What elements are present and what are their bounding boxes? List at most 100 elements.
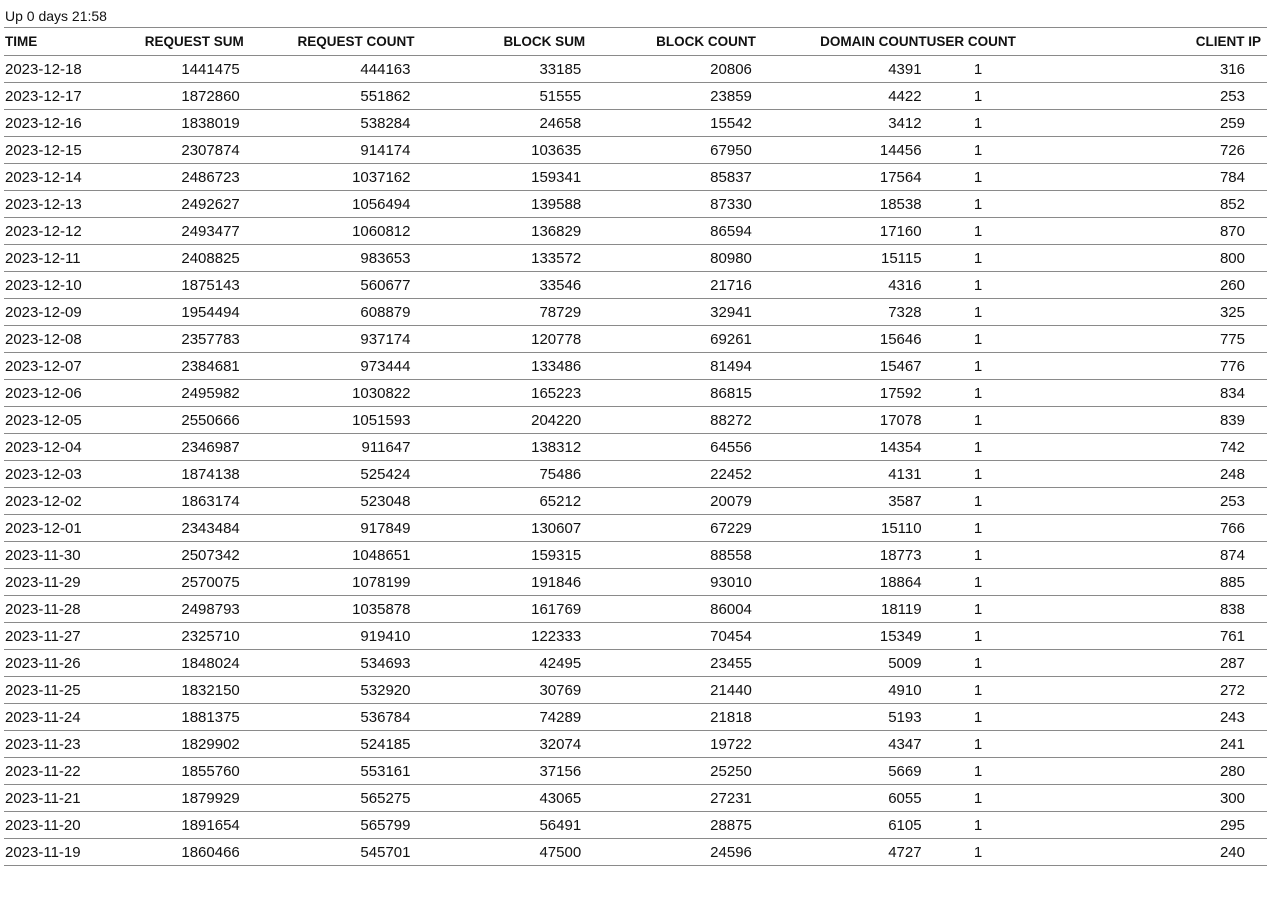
- request-count-cell: 983653: [243, 244, 415, 272]
- block-sum-cell: 161769: [414, 595, 586, 623]
- time-cell: 2023-12-01: [4, 514, 82, 542]
- table-row: 2023-11-29 2570075 1078199 191846 93010 18864…: [4, 568, 1267, 596]
- block-sum-cell: 24658: [414, 109, 586, 137]
- domain-count-cell: 17160: [755, 217, 927, 245]
- user-count-cell: 1: [926, 568, 1093, 596]
- request-count-cell: 1056494: [243, 190, 415, 218]
- request-count-cell: 545701: [243, 838, 415, 866]
- user-count-cell: 1: [926, 109, 1093, 137]
- uptime-label: Up 0 days 21:58: [5, 8, 107, 24]
- request-sum-cell: 1848024: [75, 649, 244, 677]
- block-count-cell: 19722: [585, 730, 756, 758]
- table-row: 2023-12-11 2408825 983653 133572 80980 15115 1…: [4, 244, 1267, 272]
- user-count-cell: 1: [926, 433, 1093, 461]
- request-count-cell: 911647: [243, 433, 415, 461]
- user-count-cell: 1: [926, 784, 1093, 812]
- table-row: 2023-12-10 1875143 560677 33546 21716 4316 1 26…: [4, 271, 1267, 299]
- user-count-cell: 1: [926, 514, 1093, 542]
- client-ip-cell: 726: [1092, 136, 1267, 164]
- block-sum-cell: 42495: [414, 649, 586, 677]
- user-count-cell: 1: [926, 325, 1093, 353]
- block-count-cell: 21440: [585, 676, 756, 704]
- client-ip-cell: 300: [1092, 784, 1267, 812]
- block-count-cell: 32941: [585, 298, 756, 326]
- table-row: 2023-12-16 1838019 538284 24658 15542 3412 1 25…: [4, 109, 1267, 137]
- client-ip-cell: 241: [1092, 730, 1267, 758]
- table-row: 2023-11-19 1860466 545701 47500 24596 4727 1 24…: [4, 838, 1267, 866]
- request-sum-cell: 1441475: [75, 55, 244, 83]
- block-count-cell: 70454: [585, 622, 756, 650]
- user-count-cell: 1: [926, 703, 1093, 731]
- request-count-cell: 534693: [243, 649, 415, 677]
- block-count-cell: 24596: [585, 838, 756, 866]
- request-count-cell: 551862: [243, 82, 415, 110]
- request-sum-cell: 2486723: [75, 163, 244, 191]
- client-ip-cell: 280: [1092, 757, 1267, 785]
- block-sum-cell: 130607: [414, 514, 586, 542]
- time-cell: 2023-12-18: [4, 55, 82, 83]
- user-count-cell: 1: [926, 82, 1093, 110]
- block-count-cell: 88272: [585, 406, 756, 434]
- request-sum-cell: 2325710: [75, 622, 244, 650]
- table-row: 2023-12-07 2384681 973444 133486 81494 15467 1…: [4, 352, 1267, 380]
- request-sum-cell: 2384681: [75, 352, 244, 380]
- request-sum-cell: 2492627: [75, 190, 244, 218]
- time-cell: 2023-11-27: [4, 622, 81, 650]
- domain-count-cell: 4910: [755, 676, 927, 704]
- user-count-cell: 1: [926, 541, 1093, 569]
- table-row: 2023-11-21 1879929 565275 43065 27231 6055 1 30…: [4, 784, 1267, 812]
- user-count-cell: 1: [926, 190, 1093, 218]
- block-count-cell: 28875: [585, 811, 756, 839]
- block-count-cell: 25250: [585, 757, 756, 785]
- client-ip-cell: 775: [1092, 325, 1267, 353]
- domain-count-cell: 15646: [755, 325, 927, 353]
- request-count-cell: 1037162: [243, 163, 415, 191]
- request-count-cell: 1048651: [243, 541, 415, 569]
- table-row: 2023-12-09 1954494 608879 78729 32941 7328 1 32…: [4, 298, 1267, 326]
- request-sum-cell: 2343484: [75, 514, 244, 542]
- time-cell: 2023-12-10: [4, 271, 82, 299]
- request-sum-cell: 2346987: [75, 433, 244, 461]
- request-count-cell: 524185: [243, 730, 415, 758]
- block-count-cell: 81494: [585, 352, 756, 380]
- request-count-cell: 553161: [243, 757, 415, 785]
- stats-table-header: TIME REQUEST SUM REQUEST COUNT BLOCK SUM…: [4, 27, 1267, 56]
- block-count-cell: 21716: [585, 271, 756, 299]
- time-cell: 2023-12-03: [4, 460, 82, 488]
- client-ip-cell: 253: [1092, 487, 1267, 515]
- time-cell: 2023-12-15: [4, 136, 82, 164]
- time-cell: 2023-12-09: [4, 298, 82, 326]
- block-sum-cell: 139588: [414, 190, 586, 218]
- time-cell: 2023-12-04: [4, 433, 82, 461]
- user-count-cell: 1: [926, 406, 1093, 434]
- user-count-cell: 1: [926, 676, 1093, 704]
- time-cell: 2023-12-02: [4, 487, 82, 515]
- user-count-cell: 1: [926, 271, 1093, 299]
- block-sum-cell: 165223: [414, 379, 586, 407]
- client-ip-cell: 295: [1092, 811, 1267, 839]
- client-ip-cell: 834: [1092, 379, 1267, 407]
- block-count-cell: 67229: [585, 514, 756, 542]
- table-row: 2023-11-22 1855760 553161 37156 25250 5669 1 28…: [4, 757, 1267, 785]
- domain-count-cell: 18864: [755, 568, 927, 596]
- client-ip-cell: 260: [1092, 271, 1267, 299]
- time-cell: 2023-12-06: [4, 379, 82, 407]
- request-count-cell: 1051593: [243, 406, 415, 434]
- block-count-cell: 27231: [585, 784, 756, 812]
- time-cell: 2023-12-13: [4, 190, 82, 218]
- time-cell: 2023-11-25: [4, 676, 81, 704]
- domain-count-cell: 18119: [755, 595, 927, 623]
- domain-count-cell: 4727: [755, 838, 927, 866]
- user-count-cell: 1: [926, 244, 1093, 272]
- client-ip-cell: 316: [1092, 55, 1267, 83]
- time-cell: 2023-12-16: [4, 109, 82, 137]
- client-ip-cell: 325: [1092, 298, 1267, 326]
- table-row: 2023-12-01 2343484 917849 130607 67229 15110 1…: [4, 514, 1267, 542]
- column-header-domain-count: DOMAIN COUNT: [755, 27, 927, 56]
- column-header-time: TIME: [4, 27, 76, 56]
- table-row: 2023-12-05 2550666 1051593 204220 88272 17078…: [4, 406, 1267, 434]
- block-count-cell: 20806: [585, 55, 756, 83]
- user-count-cell: 1: [926, 595, 1093, 623]
- block-count-cell: 86594: [585, 217, 756, 245]
- request-sum-cell: 2493477: [75, 217, 244, 245]
